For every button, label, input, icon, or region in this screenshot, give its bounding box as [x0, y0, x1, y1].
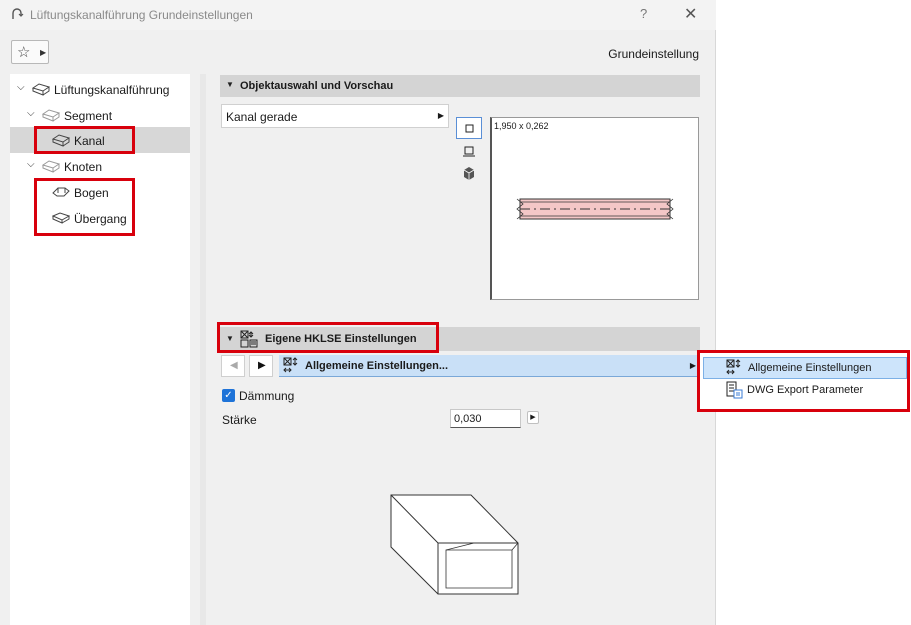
section-header-preview[interactable]: ▼ Objektauswahl und Vorschau	[220, 75, 700, 97]
dropdown-value: Kanal gerade	[226, 110, 298, 124]
preset-label: Grundeinstellung	[608, 47, 699, 61]
tree-label-segment: Segment	[64, 109, 113, 123]
favorites-button[interactable]: ☆ ▶	[11, 40, 49, 64]
object-type-dropdown[interactable]: Kanal gerade ▶	[221, 104, 449, 128]
insulation-checkbox[interactable]: ✓	[222, 389, 235, 402]
thickness-value: 0,030	[454, 413, 482, 425]
prev-page-button[interactable]: ◀	[221, 355, 245, 377]
tree-item-knoten[interactable]: ⌵ Knoten	[10, 153, 190, 179]
plan-view-icon	[465, 124, 474, 133]
3d-view-button[interactable]	[456, 163, 482, 185]
thickness-options-button[interactable]: ▶	[527, 411, 539, 424]
tool-tree: ⌵ Lüftungskanalführung ⌵ Segment Kanal ⌵…	[10, 74, 190, 625]
panel-splitter[interactable]	[200, 74, 206, 625]
highlight-box-knoten-items	[34, 178, 135, 236]
tree-label-knoten: Knoten	[64, 160, 103, 174]
duct-plan-preview	[516, 198, 674, 220]
menu-item-general-settings[interactable]: Allgemeine Einstellungen	[703, 357, 907, 379]
tree-label-root: Lüftungskanalführung	[54, 83, 170, 97]
page-selector-label: Allgemeine Einstellungen...	[305, 360, 449, 372]
section-view-button[interactable]	[456, 141, 482, 163]
dwg-export-icon	[726, 381, 743, 399]
close-button[interactable]: ✕	[684, 4, 697, 24]
thickness-input[interactable]: 0,030	[450, 409, 521, 428]
duct-node-icon	[42, 160, 60, 173]
page-navigator: ◀ ▶ Allgemeine Einstellungen... ▶	[221, 355, 700, 378]
next-page-button[interactable]: ▶	[249, 355, 273, 377]
chevron-down-icon[interactable]: ⌵	[27, 108, 35, 119]
settings-page-icon	[726, 359, 741, 375]
window-title: Lüftungskanalführung Grundeinstellungen	[30, 8, 253, 22]
triangle-right-icon: ▶	[258, 360, 266, 371]
highlight-box-mep-header	[217, 322, 439, 353]
menu-item-label: DWG Export Parameter	[747, 384, 864, 396]
tree-item-segment[interactable]: ⌵ Segment	[10, 102, 190, 128]
triangle-right-icon: ▶	[437, 111, 444, 120]
insulation-illustration	[390, 494, 519, 595]
chevron-down-icon[interactable]: ⌵	[17, 82, 25, 93]
triangle-right-icon: ▶	[40, 48, 47, 57]
duct-segment-icon	[32, 83, 50, 96]
plan-view-button[interactable]	[456, 117, 482, 139]
settings-page-icon	[283, 357, 298, 373]
settings-dialog: Lüftungskanalführung Grundeinstellungen …	[0, 0, 716, 625]
insulation-label: Dämmung	[239, 389, 295, 403]
collapse-arrow-icon[interactable]: ▼	[226, 80, 234, 89]
triangle-right-icon: ▶	[689, 361, 696, 370]
highlight-box-kanal	[34, 126, 135, 154]
page-popup-menu: Allgemeine Einstellungen DWG Export Para…	[697, 350, 910, 412]
tree-item-root[interactable]: ⌵ Lüftungskanalführung	[10, 76, 190, 102]
3d-view-icon	[463, 167, 475, 180]
thickness-label: Stärke	[222, 413, 257, 427]
section-title-preview: Objektauswahl und Vorschau	[240, 80, 394, 92]
chevron-down-icon[interactable]: ⌵	[27, 159, 35, 170]
title-bar: Lüftungskanalführung Grundeinstellungen …	[0, 0, 716, 30]
preview-window: 1,950 x 0,262	[490, 117, 699, 300]
triangle-left-icon: ◀	[230, 360, 238, 371]
duct-segment-icon	[42, 109, 60, 122]
help-button[interactable]: ?	[640, 6, 647, 21]
page-selector[interactable]: Allgemeine Einstellungen... ▶	[279, 355, 700, 377]
ductwork-icon	[12, 8, 24, 19]
menu-item-dwg-export[interactable]: DWG Export Parameter	[703, 380, 907, 402]
star-icon: ☆	[17, 44, 31, 61]
section-view-icon	[463, 146, 475, 157]
menu-item-label: Allgemeine Einstellungen	[748, 362, 872, 374]
